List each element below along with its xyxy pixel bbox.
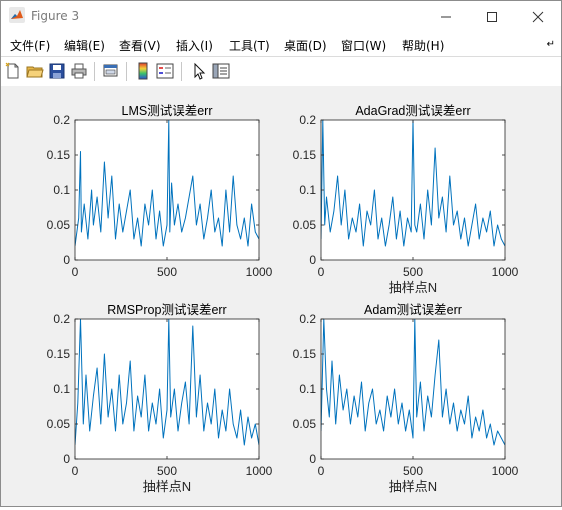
window-title: Figure 3 bbox=[31, 9, 80, 23]
subplot-2: 0 500 1000 0 0.05 0.1 0.15 0.2 AdaGrad测试误差err 抽样点… bbox=[293, 103, 519, 295]
y-tick-label: 0.2 bbox=[53, 113, 70, 127]
close-button[interactable] bbox=[515, 1, 561, 32]
legend-icon[interactable] bbox=[156, 62, 174, 80]
x-tick-label: 1000 bbox=[492, 265, 519, 279]
close-icon bbox=[532, 11, 544, 22]
x-tick-label: 500 bbox=[157, 265, 177, 279]
menu-file[interactable]: 文件(F) bbox=[10, 37, 50, 54]
y-tick-label: 0.05 bbox=[293, 417, 317, 431]
pointer-icon[interactable] bbox=[190, 62, 208, 80]
y-tick-label: 0.1 bbox=[299, 183, 316, 197]
y-tick-label: 0.1 bbox=[53, 183, 70, 197]
title-bar: Figure 3 bbox=[1, 1, 561, 32]
property-editor-icon[interactable] bbox=[212, 62, 230, 80]
y-tick-label: 0 bbox=[63, 452, 70, 466]
toolbar-separator bbox=[181, 62, 182, 81]
figure-window: Figure 3 文件(F) 编辑(E) 查看(V) 插入(I) 工具(T) 桌… bbox=[0, 0, 562, 507]
y-tick-label: 0.15 bbox=[293, 347, 317, 361]
chart-title: LMS测试误差err bbox=[122, 103, 213, 118]
menu-window[interactable]: 窗口(W) bbox=[341, 37, 386, 54]
maximize-icon bbox=[487, 11, 497, 22]
new-figure-icon[interactable] bbox=[4, 62, 22, 80]
y-tick-label: 0.1 bbox=[53, 382, 70, 396]
x-tick-label: 0 bbox=[72, 265, 79, 279]
x-tick-label: 1000 bbox=[492, 464, 519, 478]
y-tick-label: 0.1 bbox=[299, 382, 316, 396]
x-tick-label: 0 bbox=[318, 265, 325, 279]
y-tick-label: 0 bbox=[63, 253, 70, 267]
x-axis-label: 抽样点N bbox=[389, 479, 437, 494]
chart-title: RMSProp测试误差err bbox=[107, 302, 226, 317]
minimize-icon bbox=[441, 16, 451, 17]
subplot-3: 0 500 1000 0 0.05 0.1 0.15 0.2 RMSProp测试误差err 抽样点… bbox=[47, 302, 273, 494]
y-tick-label: 0.15 bbox=[47, 347, 71, 361]
x-tick-label: 0 bbox=[318, 464, 325, 478]
y-tick-label: 0.05 bbox=[47, 417, 71, 431]
colorbar-icon[interactable] bbox=[134, 62, 152, 80]
y-tick-label: 0.2 bbox=[299, 312, 316, 326]
toolbar-separator bbox=[94, 62, 95, 81]
print-icon[interactable] bbox=[70, 62, 88, 80]
chart-title: AdaGrad测试误差err bbox=[355, 103, 470, 118]
x-tick-label: 500 bbox=[403, 265, 423, 279]
x-tick-label: 1000 bbox=[246, 464, 273, 478]
x-tick-label: 500 bbox=[157, 464, 177, 478]
matlab-logo-icon bbox=[9, 7, 25, 23]
menu-desktop[interactable]: 桌面(D) bbox=[284, 37, 327, 54]
y-tick-label: 0.15 bbox=[47, 148, 71, 162]
menu-edit[interactable]: 编辑(E) bbox=[64, 37, 105, 54]
subplot-1: 0 500 1000 0 0.05 0.1 0.15 0.2 LMS测试误差err bbox=[47, 103, 273, 279]
chart-title: Adam测试误差err bbox=[364, 302, 462, 317]
x-tick-label: 0 bbox=[72, 464, 79, 478]
x-axis-label: 抽样点N bbox=[389, 280, 437, 295]
save-icon[interactable] bbox=[48, 62, 66, 80]
x-tick-label: 500 bbox=[403, 464, 423, 478]
y-tick-label: 0.15 bbox=[293, 148, 317, 162]
menu-tools[interactable]: 工具(T) bbox=[229, 37, 270, 54]
maximize-button[interactable] bbox=[469, 1, 515, 32]
figure-toolbar bbox=[1, 56, 561, 87]
y-tick-label: 0.2 bbox=[53, 312, 70, 326]
x-axis-label: 抽样点N bbox=[143, 479, 191, 494]
link-plot-icon[interactable] bbox=[102, 62, 120, 80]
menu-help[interactable]: 帮助(H) bbox=[402, 37, 444, 54]
menu-view[interactable]: 查看(V) bbox=[119, 37, 161, 54]
y-tick-label: 0 bbox=[309, 452, 316, 466]
menu-overflow-icon[interactable]: ↵ bbox=[547, 39, 555, 50]
subplots-area: 0 500 1000 0 0.05 0.1 0.15 0.2 LMS测试误差err 0 500 100… bbox=[47, 103, 519, 494]
y-tick-label: 0.05 bbox=[47, 218, 71, 232]
figure-canvas: 0 500 1000 0 0.05 0.1 0.15 0.2 LMS测试误差err 0 500 100… bbox=[1, 86, 561, 506]
menu-insert[interactable]: 插入(I) bbox=[176, 37, 213, 54]
y-tick-label: 0 bbox=[309, 253, 316, 267]
subplot-4: 0 500 1000 0 0.05 0.1 0.15 0.2 Adam测试误差err 抽样点N bbox=[293, 302, 519, 494]
menu-bar: 文件(F) 编辑(E) 查看(V) 插入(I) 工具(T) 桌面(D) 窗口(W… bbox=[1, 32, 561, 56]
minimize-button[interactable] bbox=[423, 1, 469, 32]
y-tick-label: 0.05 bbox=[293, 218, 317, 232]
x-tick-label: 1000 bbox=[246, 265, 273, 279]
open-file-icon[interactable] bbox=[26, 62, 44, 80]
toolbar-separator bbox=[126, 62, 127, 81]
y-tick-label: 0.2 bbox=[299, 113, 316, 127]
